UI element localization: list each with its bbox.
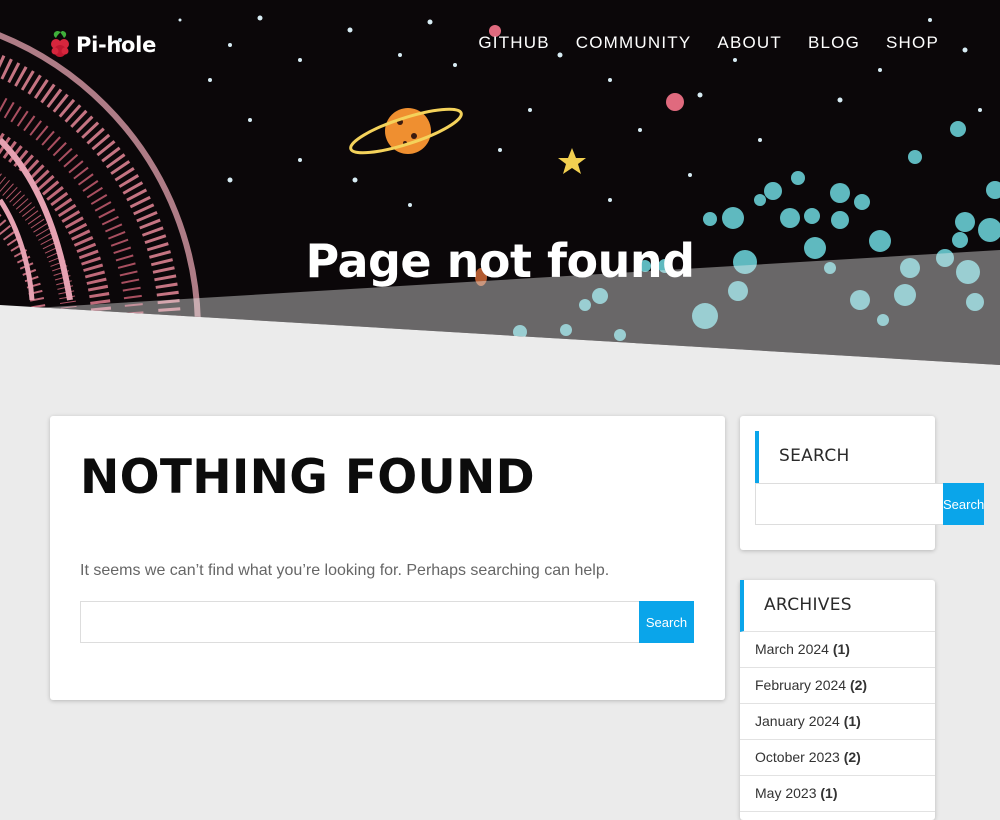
not-found-message: It seems we can’t find what you’re looki… [80,562,610,579]
sidebar-search-widget: SEARCH Search [740,416,985,550]
archive-count: (1) [843,713,861,729]
archive-count: (2) [843,749,861,765]
logo-text: Pi-hole [76,33,157,57]
nav-item-about[interactable]: ABOUT [717,32,782,54]
sidebar-search-input[interactable] [755,483,943,525]
main-search-button[interactable]: Search [639,601,694,643]
pink-rings-art [0,9,201,365]
hero-banner: Pi-hole GITHUB COMMUNITY ABOUT BLOG SHOP… [0,0,1000,365]
nothing-found-heading: NOTHING FOUND [80,450,535,505]
archive-month[interactable]: October 2023 [755,749,840,765]
sidebar-search-button[interactable]: Search [943,483,985,525]
archive-item-february-2024[interactable]: February 2024 (2) [740,668,935,704]
nav-item-github[interactable]: GITHUB [478,32,549,54]
archive-count: (2) [849,677,868,693]
archives-widget: ARCHIVES March 2024 (1) February 2024 (2… [740,580,935,820]
nav-item-blog[interactable]: BLOG [808,32,860,54]
archive-count: (1) [820,785,838,801]
archive-month[interactable]: March 2024 [755,641,829,657]
main-content-card: NOTHING FOUND It seems we can’t find wha… [50,416,725,700]
main-nav: GITHUB COMMUNITY ABOUT BLOG SHOP [452,32,1000,54]
small-red-planet [666,93,684,111]
nav-item-shop[interactable]: SHOP [886,32,939,54]
archive-month[interactable]: May 2023 [755,785,816,801]
archive-item-march-2024[interactable]: March 2024 (1) [740,632,935,668]
page-title: Page not found [305,233,695,288]
star-art [558,148,586,174]
saturn-art [349,107,463,155]
search-widget-header: SEARCH [755,431,919,483]
archive-item-may-2023[interactable]: May 2023 (1) [740,776,935,812]
archive-month[interactable]: January 2024 [755,713,840,729]
main-search-input[interactable] [80,601,639,643]
archive-item-october-2023[interactable]: October 2023 (2) [740,740,935,776]
raspberry-logo-icon [51,31,69,57]
search-widget-title: SEARCH [779,446,850,466]
archive-month[interactable]: February 2024 [755,677,846,693]
sidebar-search-form: Search [755,483,985,525]
archive-count: (1) [832,641,850,657]
main-search-form: Search [80,601,694,643]
archives-title: ARCHIVES [764,595,852,615]
archives-header: ARCHIVES [740,580,935,632]
site-logo[interactable]: Pi-hole [48,28,156,62]
nav-item-community[interactable]: COMMUNITY [576,32,692,54]
archives-list: March 2024 (1) February 2024 (2) January… [740,632,935,812]
archive-item-january-2024[interactable]: January 2024 (1) [740,704,935,740]
